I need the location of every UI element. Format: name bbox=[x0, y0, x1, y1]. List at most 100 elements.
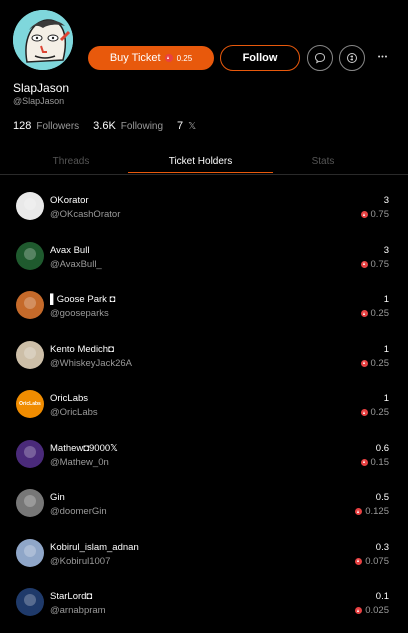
avax-icon bbox=[355, 607, 363, 614]
holder-value: 0.75 bbox=[360, 259, 389, 270]
holder-row[interactable]: Kobirul_islam_adnan @Kobirul1007 0.3 0.075 bbox=[0, 531, 408, 581]
profile-tabs: Threads Ticket Holders Stats bbox=[0, 148, 408, 175]
holder-value: 0.025 bbox=[355, 605, 389, 616]
holder-value: 0.25 bbox=[360, 407, 390, 418]
holder-ticket-count: 0.6 bbox=[375, 442, 389, 454]
holder-name[interactable]: StarLord◘ bbox=[50, 591, 92, 602]
holder-avatar[interactable] bbox=[16, 192, 44, 220]
holder-value-amount: 0.15 bbox=[370, 456, 390, 468]
buy-ticket-button[interactable]: Buy Ticket 0.25 bbox=[88, 46, 214, 70]
holder-handle: @WhiskeyJack26A bbox=[50, 357, 132, 369]
holder-row[interactable]: Mathew◘9000𝕏 @Mathew_0n 0.6 0.15 bbox=[0, 432, 408, 482]
follow-button[interactable]: Follow bbox=[220, 45, 300, 71]
holder-value-amount: 0.075 bbox=[365, 555, 389, 567]
holder-avatar-shape bbox=[24, 544, 36, 557]
tab-ticket-holders-label: Ticket Holders bbox=[168, 155, 233, 167]
holder-value: 0.25 bbox=[360, 357, 390, 369]
chat-bubble-icon bbox=[314, 52, 326, 64]
holder-avatar[interactable] bbox=[16, 340, 44, 369]
holder-value-amount: 0.25 bbox=[370, 357, 390, 369]
holder-avatar-shape bbox=[24, 495, 36, 507]
holder-value-amount: 0.25 bbox=[370, 407, 390, 418]
holder-handle: @OricLabs bbox=[50, 407, 98, 418]
holder-ticket-count: 3 bbox=[383, 244, 389, 256]
holder-handle: @gooseparks bbox=[50, 308, 109, 319]
holder-avatar[interactable] bbox=[16, 489, 44, 517]
holder-avatar[interactable] bbox=[16, 241, 44, 270]
holder-avatar-shape bbox=[24, 594, 36, 606]
tab-stats-label: Stats bbox=[311, 155, 335, 167]
following-count[interactable]: 3.6K bbox=[93, 120, 116, 132]
avax-icon bbox=[360, 409, 368, 416]
holder-value: 0.25 bbox=[360, 308, 390, 319]
tab-ticket-holders[interactable]: Ticket Holders bbox=[128, 148, 273, 174]
avax-icon bbox=[360, 260, 368, 268]
x-logo-icon[interactable]: 𝕏 bbox=[188, 121, 196, 132]
holder-row[interactable]: OKorator @OKcashOrator 3 0.75 bbox=[0, 184, 408, 234]
holder-avatar-shape bbox=[24, 445, 36, 458]
holder-handle: @OKcashOrator bbox=[50, 209, 121, 220]
tab-threads-label: Threads bbox=[52, 155, 90, 167]
holder-ticket-count: 1 bbox=[383, 343, 389, 355]
x-count: 7 bbox=[177, 120, 184, 132]
active-tab-indicator bbox=[128, 172, 273, 173]
holder-name[interactable]: OricLabs bbox=[50, 393, 88, 404]
avax-icon bbox=[164, 54, 173, 62]
holder-avatar[interactable] bbox=[16, 439, 44, 468]
more-options-button[interactable]: ••• bbox=[374, 49, 392, 65]
holder-value: 0.075 bbox=[355, 556, 389, 567]
tab-threads[interactable]: Threads bbox=[0, 148, 142, 174]
holder-handle: @doomerGin bbox=[50, 506, 107, 517]
holder-row[interactable]: ▌Goose Park ◘ @gooseparks 1 0.25 bbox=[0, 283, 408, 333]
holder-row[interactable]: Kento Medich◘ @WhiskeyJack26A 1 0.25 bbox=[0, 333, 408, 383]
following-label[interactable]: Following bbox=[121, 121, 163, 132]
avax-icon bbox=[360, 211, 368, 218]
holder-name[interactable]: Kento Medich◘ bbox=[50, 344, 114, 355]
coin-icon bbox=[347, 53, 357, 63]
profile-avatar-image bbox=[13, 10, 73, 70]
holder-value-amount: 0.75 bbox=[370, 209, 390, 220]
holder-value-amount: 0.125 bbox=[365, 506, 389, 517]
holder-avatar-shape bbox=[24, 247, 36, 260]
holder-ticket-count: 1 bbox=[383, 294, 389, 305]
holder-avatar-shape bbox=[24, 297, 36, 309]
tab-stats[interactable]: Stats bbox=[273, 148, 373, 174]
avax-icon bbox=[360, 458, 368, 466]
holder-avatar[interactable] bbox=[16, 291, 44, 319]
holder-name[interactable]: Gin bbox=[50, 492, 65, 503]
holder-value-amount: 0.025 bbox=[365, 605, 389, 616]
holder-avatar[interactable] bbox=[16, 538, 44, 567]
holder-avatar[interactable] bbox=[16, 588, 44, 616]
holder-handle: @arnabpram bbox=[50, 605, 106, 616]
holder-avatar[interactable]: OricLabs bbox=[16, 390, 44, 418]
holder-row[interactable]: Avax Bull @AvaxBull_ 3 0.75 bbox=[0, 234, 408, 284]
holder-avatar-shape bbox=[24, 198, 36, 210]
holder-ticket-count: 0.3 bbox=[375, 541, 389, 553]
profile-avatar[interactable] bbox=[13, 10, 73, 70]
holder-handle: @Mathew_0n bbox=[50, 456, 109, 468]
holder-name[interactable]: Avax Bull bbox=[50, 245, 89, 256]
holder-name[interactable]: OKorator bbox=[50, 195, 89, 206]
message-button[interactable] bbox=[307, 45, 333, 71]
holder-name[interactable]: Kobirul_islam_adnan bbox=[50, 542, 139, 553]
avax-icon bbox=[355, 557, 363, 565]
holder-avatar-text: OricLabs bbox=[19, 401, 41, 407]
holder-row[interactable]: OricLabs OricLabs @OricLabs 1 0.25 bbox=[0, 382, 408, 432]
followers-count[interactable]: 128 bbox=[13, 120, 31, 132]
holder-handle: @AvaxBull_ bbox=[50, 258, 102, 270]
holder-row[interactable]: Gin @doomerGin 0.5 0.125 bbox=[0, 481, 408, 531]
holder-value: 0.15 bbox=[360, 456, 390, 468]
profile-name: SlapJason bbox=[13, 81, 70, 95]
holder-ticket-count: 0.1 bbox=[375, 591, 389, 602]
holder-name[interactable]: ▌Goose Park ◘ bbox=[50, 294, 115, 305]
tip-button[interactable] bbox=[339, 45, 365, 71]
holder-name[interactable]: Mathew◘9000𝕏 bbox=[50, 443, 118, 454]
followers-label[interactable]: Followers bbox=[36, 121, 79, 132]
holder-row[interactable]: StarLord◘ @arnabpram 0.1 0.025 bbox=[0, 580, 408, 630]
holder-value: 0.125 bbox=[355, 506, 389, 517]
holder-ticket-count: 1 bbox=[383, 393, 389, 404]
avax-icon bbox=[360, 310, 368, 317]
avax-icon bbox=[360, 359, 368, 367]
follow-label: Follow bbox=[242, 52, 278, 64]
holder-value-amount: 0.25 bbox=[370, 308, 390, 319]
